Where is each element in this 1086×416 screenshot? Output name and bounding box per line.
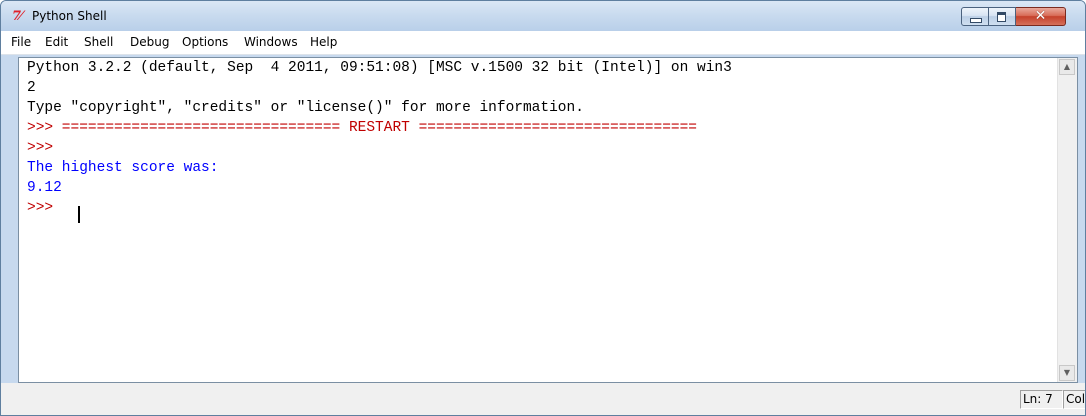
maximize-icon [997, 12, 1006, 22]
menu-file[interactable]: File [11, 34, 31, 51]
vertical-scrollbar[interactable]: ▲ ▼ [1057, 58, 1077, 382]
minimize-icon [970, 18, 982, 23]
chevron-up-icon: ▲ [1063, 62, 1071, 71]
chevron-down-icon: ▼ [1063, 368, 1071, 377]
maximize-button[interactable] [989, 7, 1016, 26]
shell-line-current-prompt[interactable]: >>> [27, 198, 62, 218]
close-icon: ✕ [1034, 8, 1047, 24]
tk-feather-icon[interactable]: 7⁄ [12, 9, 22, 24]
scroll-down-button[interactable]: ▼ [1059, 365, 1075, 381]
shell-line-output-label: The highest score was: [27, 160, 219, 176]
line-indicator: Ln: 7 [1020, 390, 1063, 409]
status-bar: Ln: 7 Col: 4 [1, 383, 1085, 415]
close-button[interactable]: ✕ [1016, 7, 1066, 26]
window-title: Python Shell [32, 9, 107, 23]
menu-edit[interactable]: Edit [45, 34, 68, 51]
menu-debug[interactable]: Debug [130, 34, 169, 51]
menu-help[interactable]: Help [310, 34, 337, 51]
shell-line-info: Type "copyright", "credits" or "license(… [27, 100, 584, 116]
shell-line-restart: >>> ================================ RES… [27, 120, 698, 136]
shell-text-area[interactable]: Python 3.2.2 (default, Sep 4 2011, 09:51… [19, 58, 1058, 382]
menu-windows[interactable]: Windows [244, 34, 298, 51]
shell-line-banner-wrap: 2 [27, 80, 36, 96]
column-indicator: Col: 4 [1063, 390, 1085, 409]
minimize-button[interactable] [961, 7, 989, 26]
shell-line-prompt: >>> [27, 140, 54, 156]
scroll-up-button[interactable]: ▲ [1059, 59, 1075, 75]
python-shell-window: 7⁄ Python Shell ✕ File Edit Shell Debug … [0, 0, 1086, 416]
menu-bar: File Edit Shell Debug Options Windows He… [1, 31, 1085, 55]
menu-shell[interactable]: Shell [84, 34, 113, 51]
menu-options[interactable]: Options [182, 34, 228, 51]
text-cursor [78, 206, 80, 223]
shell-editor[interactable]: Python 3.2.2 (default, Sep 4 2011, 09:51… [18, 57, 1078, 383]
shell-line-banner: Python 3.2.2 (default, Sep 4 2011, 09:51… [27, 60, 732, 76]
shell-line-output-value: 9.12 [27, 180, 62, 196]
title-bar[interactable]: 7⁄ Python Shell ✕ [1, 1, 1085, 31]
